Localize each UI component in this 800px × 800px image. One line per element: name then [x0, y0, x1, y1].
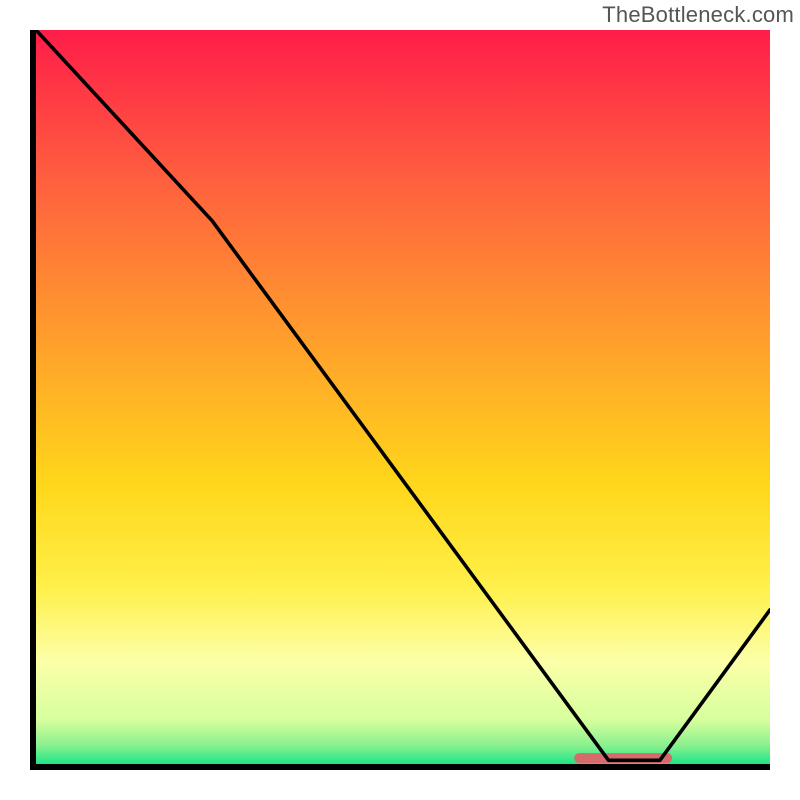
watermark-text: TheBottleneck.com	[602, 2, 794, 28]
chart-stage: TheBottleneck.com	[0, 0, 800, 800]
plot-area	[36, 30, 770, 764]
chart-svg	[36, 30, 770, 764]
background-gradient	[36, 30, 770, 764]
